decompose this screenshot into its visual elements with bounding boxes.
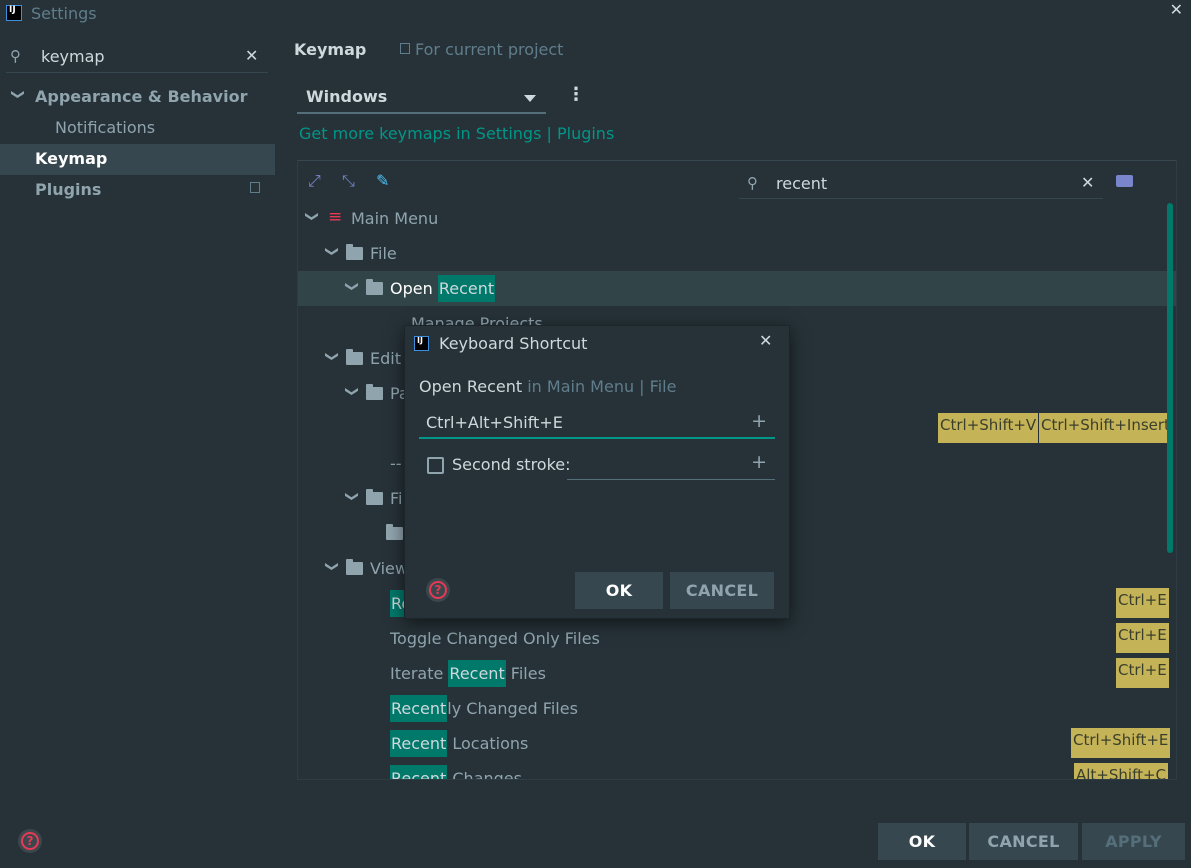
close-icon[interactable]: ✕ <box>759 331 772 350</box>
folder-icon <box>366 384 383 400</box>
search-icon: ⚲ <box>10 47 21 65</box>
tree-row-label: Open Recent <box>390 275 496 302</box>
tree-row-recent-changes[interactable]: Recent Changes Alt+Shift+C <box>298 761 1176 779</box>
settings-search[interactable]: ⚲ keymap ✕ <box>6 41 268 73</box>
sidebar-item-label: Keymap <box>35 149 108 168</box>
more-actions-icon[interactable]: ⋮ <box>566 84 586 110</box>
cancel-button[interactable]: CANCEL <box>969 823 1078 860</box>
folder-icon <box>386 524 403 540</box>
intellij-app-icon <box>414 336 429 351</box>
apply-button[interactable]: APPLY <box>1082 823 1185 860</box>
sidebar-item-label: Notifications <box>55 118 156 137</box>
sidebar-item-plugins[interactable]: Plugins <box>0 175 275 206</box>
tree-row-label: Recent Changes <box>390 765 522 779</box>
settings-search-input[interactable]: keymap <box>41 47 105 66</box>
tree-row-label: Edit <box>370 349 401 368</box>
edit-pencil-icon[interactable]: ✎ <box>376 171 389 190</box>
keyboard-shortcut-dialog: Keyboard Shortcut ✕ Open Recent in Main … <box>404 325 790 619</box>
folder-icon <box>346 559 363 575</box>
menu-icon: ≡ <box>328 207 343 227</box>
tree-row-label: Recently Changed Files <box>390 695 578 722</box>
title-bar: Settings ✕ <box>0 0 1191 30</box>
second-stroke-label: Second stroke: <box>452 455 571 474</box>
chevron-down-icon[interactable]: ❯ <box>344 386 359 397</box>
window-title: Settings <box>31 4 97 23</box>
intellij-app-icon <box>6 5 22 21</box>
second-stroke-checkbox[interactable] <box>427 457 444 474</box>
ok-button[interactable]: OK <box>878 823 966 860</box>
folder-icon <box>366 279 383 295</box>
separator-label: -- <box>390 454 402 473</box>
folder-icon <box>346 349 363 365</box>
sidebar-item-appearance[interactable]: ❯ Appearance & Behavior <box>0 82 275 113</box>
shortcut-badge: Ctrl+E <box>1116 623 1169 653</box>
page-title: Keymap <box>294 40 367 59</box>
tree-row-open-recent[interactable]: ❯ Open Recent <box>298 271 1176 306</box>
project-scope-icon <box>250 182 260 193</box>
add-icon[interactable]: + <box>751 410 767 432</box>
shortcut-badge: Ctrl+Shift+E <box>1071 728 1171 758</box>
help-icon[interactable]: ? <box>18 829 42 853</box>
tree-row-label: Toggle Changed Only Files <box>390 629 600 648</box>
close-icon[interactable]: ✕ <box>1170 0 1183 19</box>
sidebar-item-notifications[interactable]: Notifications <box>0 113 275 144</box>
chevron-down-icon[interactable]: ❯ <box>324 561 339 572</box>
tree-scrollbar[interactable] <box>1167 203 1173 553</box>
keymap-selected: Windows <box>306 87 388 106</box>
dialog-action-label: Open Recent in Main Menu | File <box>419 377 677 396</box>
tree-row-iterate-recent[interactable]: Iterate Recent Files Ctrl+E <box>298 656 1176 691</box>
chevron-down-icon[interactable]: ❯ <box>10 89 25 100</box>
folder-icon <box>366 489 383 505</box>
tree-row-label: Recent Locations <box>390 730 528 757</box>
tree-row-recently-changed[interactable]: Recently Changed Files <box>298 691 1176 726</box>
scope-label: For current project <box>415 40 564 59</box>
shortcut-field[interactable]: Ctrl+Alt+Shift+E + <box>419 410 775 439</box>
dialog-ok-button[interactable]: OK <box>575 572 663 609</box>
help-icon[interactable]: ? <box>426 578 450 602</box>
second-stroke-field[interactable]: + <box>567 450 775 480</box>
collapse-all-icon[interactable]: ⤡ <box>342 171 355 191</box>
tree-row-label: File <box>370 244 397 263</box>
expand-all-icon[interactable]: ⤢ <box>308 171 321 191</box>
dropdown-arrow-icon <box>524 95 536 102</box>
keymap-dropdown[interactable]: Windows <box>297 84 546 114</box>
project-scope-icon <box>400 43 410 54</box>
shortcut-badge: Ctrl+Shift+Insert <box>1039 413 1172 443</box>
shortcut-value[interactable]: Ctrl+Alt+Shift+E <box>426 413 563 432</box>
tree-row-main-menu[interactable]: ❯ ≡ Main Menu <box>298 201 1176 236</box>
tree-row-label: Fi <box>390 489 403 508</box>
get-more-keymaps-link[interactable]: Get more keymaps in Settings | Plugins <box>299 124 614 143</box>
dialog-cancel-button[interactable]: CANCEL <box>670 572 774 609</box>
chevron-down-icon[interactable]: ❯ <box>304 211 319 222</box>
tree-row-toggle-changed[interactable]: Toggle Changed Only Files Ctrl+E <box>298 621 1176 656</box>
tree-row-recent-locations[interactable]: Recent Locations Ctrl+Shift+E <box>298 726 1176 761</box>
action-search[interactable]: ⚲ recent ✕ <box>739 168 1103 199</box>
shortcut-badge: Ctrl+Shift+V <box>938 413 1039 443</box>
clear-search-icon[interactable]: ✕ <box>1081 173 1094 192</box>
chevron-down-icon[interactable]: ❯ <box>324 246 339 257</box>
shortcut-badge: Ctrl+E <box>1116 588 1169 618</box>
search-icon: ⚲ <box>747 174 758 192</box>
chevron-down-icon[interactable]: ❯ <box>324 351 339 362</box>
keyboard-shortcut-filter-icon[interactable] <box>1116 175 1133 187</box>
dialog-title-bar: Keyboard Shortcut ✕ <box>405 326 789 362</box>
action-search-input[interactable]: recent <box>776 174 827 193</box>
chevron-down-icon[interactable]: ❯ <box>344 281 359 292</box>
tree-row-label: View <box>370 559 408 578</box>
chevron-down-icon[interactable]: ❯ <box>344 491 359 502</box>
tree-row-file[interactable]: ❯ File <box>298 236 1176 271</box>
folder-icon <box>346 244 363 260</box>
sidebar-item-label: Plugins <box>35 180 102 199</box>
dialog-title: Keyboard Shortcut <box>439 334 588 353</box>
sidebar-item-label: Appearance & Behavior <box>35 87 248 106</box>
sidebar-item-keymap[interactable]: Keymap <box>0 144 275 175</box>
clear-search-icon[interactable]: ✕ <box>245 46 258 65</box>
tree-row-label: Main Menu <box>351 209 439 228</box>
shortcut-badge: Ctrl+E <box>1116 658 1169 688</box>
tree-row-label: Iterate Recent Files <box>390 660 546 687</box>
add-icon[interactable]: + <box>751 451 767 473</box>
shortcut-badge: Alt+Shift+C <box>1074 763 1169 779</box>
